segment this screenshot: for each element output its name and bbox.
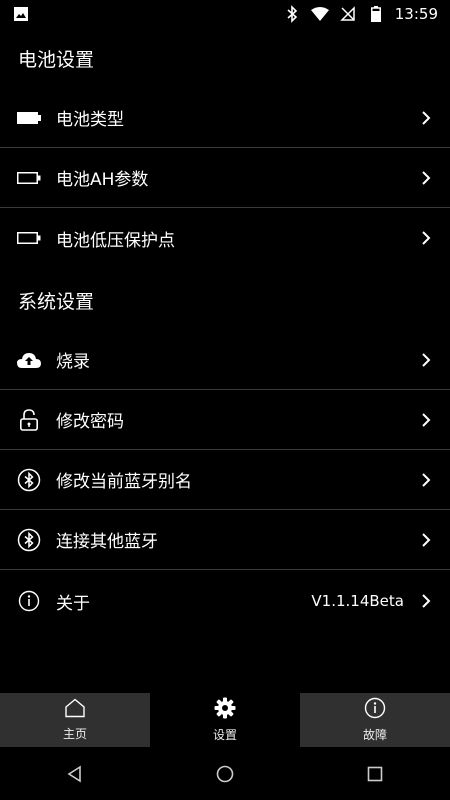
chevron-right-icon <box>420 593 432 609</box>
row-bluetooth-alias[interactable]: 修改当前蓝牙别名 <box>0 450 450 510</box>
bluetooth-icon <box>16 528 42 552</box>
nav-tab-home[interactable]: 主页 <box>0 693 150 747</box>
status-bar: 13:59 <box>0 0 450 28</box>
row-connect-other-bluetooth[interactable]: 连接其他蓝牙 <box>0 510 450 570</box>
battery-full-icon <box>16 106 42 130</box>
gear-icon <box>214 697 236 722</box>
row-battery-type[interactable]: 电池类型 <box>0 88 450 148</box>
chevron-right-icon <box>420 110 432 126</box>
section-title-system: 系统设置 <box>18 290 95 313</box>
wifi-icon <box>310 5 329 23</box>
nav-tab-settings[interactable]: 设置 <box>150 693 300 747</box>
battery-status-icon <box>367 5 385 23</box>
info-icon <box>364 697 386 722</box>
row-label: 连接其他蓝牙 <box>56 532 158 552</box>
home-icon <box>64 698 86 721</box>
row-label: 电池低压保护点 <box>56 230 175 251</box>
chevron-right-icon <box>420 352 432 368</box>
row-label: 烧录 <box>56 352 90 372</box>
nav-label: 故障 <box>362 728 387 742</box>
cloud-upload-icon <box>16 348 42 372</box>
chevron-right-icon <box>420 230 432 246</box>
recents-icon[interactable] <box>363 762 387 786</box>
nav-label: 设置 <box>212 728 237 742</box>
chevron-right-icon <box>420 532 432 548</box>
no-signal-icon <box>339 5 357 23</box>
row-label: 关于 <box>56 593 90 614</box>
row-battery-ah[interactable]: 电池AH参数 <box>0 148 450 208</box>
row-battery-low-voltage[interactable]: 电池低压保护点 <box>0 208 450 268</box>
row-firmware-flash[interactable]: 烧录 <box>0 330 450 390</box>
row-label: 电池AH参数 <box>56 170 149 190</box>
row-about[interactable]: 关于 V1.1.14Beta <box>0 571 450 631</box>
nav-tab-fault[interactable]: 故障 <box>300 693 450 747</box>
bluetooth-icon <box>16 468 42 492</box>
status-time: 13:59 <box>394 5 438 23</box>
row-change-password[interactable]: 修改密码 <box>0 390 450 450</box>
battery-empty-icon <box>16 226 42 250</box>
bottom-nav: 主页 设置 故障 <box>0 693 450 747</box>
lock-icon <box>16 408 42 432</box>
info-icon <box>16 589 42 613</box>
image-icon <box>12 5 30 23</box>
bluetooth-status-icon <box>283 5 301 23</box>
section-title-battery: 电池设置 <box>18 48 95 71</box>
home-circle-icon[interactable] <box>213 762 237 786</box>
row-label: 修改密码 <box>56 412 124 432</box>
nav-label: 主页 <box>62 727 87 741</box>
chevron-right-icon <box>420 170 432 186</box>
chevron-right-icon <box>420 412 432 428</box>
battery-empty-icon <box>16 166 42 190</box>
system-nav-bar <box>0 747 450 800</box>
row-label: 电池类型 <box>56 110 124 130</box>
chevron-right-icon <box>420 472 432 488</box>
version-value: V1.1.14Beta <box>311 592 404 610</box>
row-label: 修改当前蓝牙别名 <box>56 472 192 492</box>
back-icon[interactable] <box>63 762 87 786</box>
